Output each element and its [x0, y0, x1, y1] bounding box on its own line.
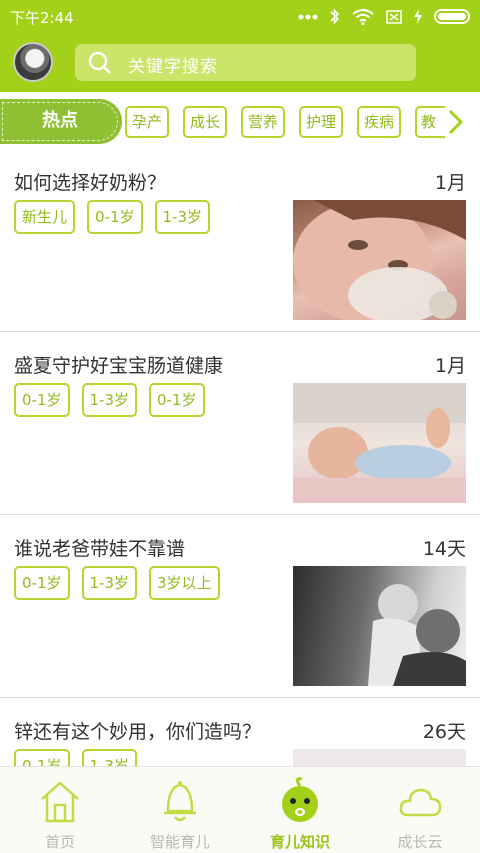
nav-growth-cloud[interactable]: 成长云 [360, 767, 480, 853]
nav-home[interactable]: 首页 [0, 767, 120, 853]
article-thumbnail [293, 749, 466, 766]
article-tag[interactable]: 0-1岁 [14, 566, 70, 600]
article-tags: 新生儿 0-1岁 1-3岁 [14, 200, 211, 234]
article-title: 盛夏守护好宝宝肠道健康 [14, 355, 224, 377]
more-dots-icon [298, 14, 318, 19]
article-tags: 0-1岁 1-3岁 0-1岁 [14, 383, 205, 417]
nav-smart-parenting[interactable]: 智能育儿 [120, 767, 240, 853]
sim-icon [386, 9, 402, 24]
article-tag[interactable]: 1-3岁 [81, 383, 137, 417]
article-tag[interactable]: 3岁以上 [149, 566, 220, 600]
article-thumbnail [293, 383, 466, 503]
article-item[interactable]: 锌还有这个妙用，你们造吗？ 26天 0-1岁 1-3岁 [0, 699, 480, 766]
article-tag[interactable]: 1-3岁 [154, 200, 211, 234]
article-title: 谁说老爸带娃不靠谱 [14, 538, 186, 560]
article-thumbnail [293, 566, 466, 686]
tab-hot[interactable]: 热点 [0, 99, 122, 144]
article-tag[interactable]: 1-3岁 [81, 749, 137, 766]
article-item[interactable]: 如何选择好奶粉？ 1月 新生儿 0-1岁 1-3岁 [0, 150, 480, 332]
battery-icon [434, 9, 470, 24]
article-tag[interactable]: 1-3岁 [81, 566, 137, 600]
article-date: 1月 [434, 355, 466, 377]
article-tag[interactable]: 0-1岁 [149, 383, 205, 417]
article-tags: 0-1岁 1-3岁 [14, 749, 137, 766]
bell-icon [164, 781, 196, 822]
wifi-icon [352, 8, 374, 25]
home-icon [41, 781, 79, 823]
search-placeholder: 关键字搜索 [128, 57, 218, 77]
article-tags: 0-1岁 1-3岁 3岁以上 [14, 566, 220, 600]
article-tag[interactable]: 0-1岁 [14, 749, 70, 766]
article-title: 如何选择好奶粉？ [14, 172, 167, 194]
search-bar[interactable]: 关键字搜索 [75, 44, 416, 81]
nav-parenting-knowledge-label: 育儿知识 [269, 833, 330, 851]
baby-face-icon [282, 777, 318, 822]
bluetooth-icon [330, 8, 340, 25]
article-title: 锌还有这个妙用，你们造吗？ [14, 721, 262, 743]
article-item[interactable]: 盛夏守护好宝宝肠道健康 1月 0-1岁 1-3岁 0-1岁 [0, 333, 480, 515]
avatar[interactable] [13, 42, 53, 82]
tab-nutrition[interactable]: 营养 [241, 106, 285, 138]
status-time: 下午2:44 [10, 9, 74, 27]
nav-home-label: 首页 [44, 833, 75, 851]
nav-growth-cloud-label: 成长云 [397, 833, 443, 851]
article-item[interactable]: 谁说老爸带娃不靠谱 14天 0-1岁 1-3岁 3岁以上 [0, 516, 480, 698]
bottom-nav: 首页 智能育儿 育儿知识 成长云 [0, 766, 480, 853]
cloud-icon [399, 788, 442, 817]
article-thumbnail [293, 200, 466, 320]
tab-growth[interactable]: 成长 [183, 106, 227, 138]
status-icons [298, 8, 470, 25]
nav-smart-parenting-label: 智能育儿 [149, 833, 210, 851]
category-tabs: 热点 孕产 成长 营养 护理 疾病 教育 [0, 92, 480, 150]
search-icon [88, 51, 111, 74]
tab-care[interactable]: 护理 [299, 106, 343, 138]
tab-education[interactable]: 教育 [415, 106, 445, 138]
article-tag[interactable]: 新生儿 [14, 200, 76, 234]
article-date: 26天 [422, 721, 466, 743]
tab-pregnancy[interactable]: 孕产 [125, 106, 169, 138]
article-tag[interactable]: 0-1岁 [14, 383, 70, 417]
tab-hot-label: 热点 [2, 102, 118, 141]
top-header: 关键字搜索 [0, 34, 480, 92]
chevron-right-icon[interactable] [444, 108, 466, 136]
tab-disease[interactable]: 疾病 [357, 106, 401, 138]
nav-parenting-knowledge[interactable]: 育儿知识 [240, 767, 360, 853]
charging-icon [414, 9, 422, 24]
article-tag[interactable]: 0-1岁 [87, 200, 143, 234]
status-bar: 下午2:44 [0, 0, 480, 34]
article-date: 14天 [422, 538, 466, 560]
article-date: 1月 [434, 172, 466, 194]
article-list: 如何选择好奶粉？ 1月 新生儿 0-1岁 1-3岁 盛夏守护好宝宝肠道健康 1月… [0, 150, 480, 766]
app-screen: 下午2:44 关键字搜索 热点 孕产 成长 营养 护理 疾病 教育 [0, 0, 480, 853]
